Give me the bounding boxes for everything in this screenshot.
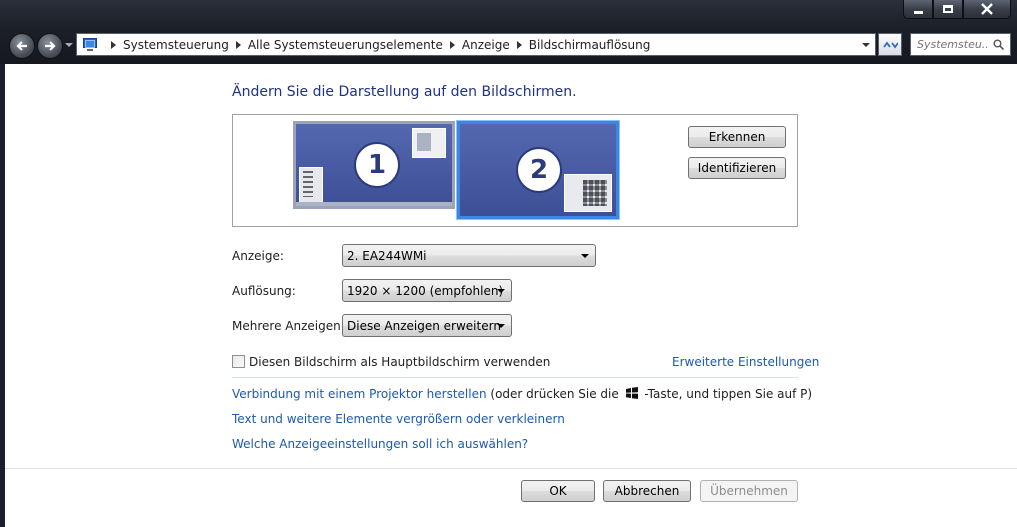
minimize-button[interactable] — [903, 0, 933, 19]
window-thumbnail-icon — [412, 128, 446, 158]
windows-logo-icon — [625, 387, 638, 399]
breadcrumb-chevron-icon[interactable] — [516, 40, 522, 49]
sidebar-thumbnail-icon — [299, 167, 323, 203]
content-pane: Ändern Sie die Darstellung auf den Bilds… — [5, 64, 1017, 527]
address-bar[interactable]: Systemsteuerung Alle Systemsteuerungsele… — [76, 33, 876, 56]
resolution-label: Auflösung: — [232, 284, 296, 298]
forward-button[interactable] — [37, 33, 63, 59]
refresh-icon — [883, 41, 898, 48]
taskbar-thumbnail — [296, 202, 452, 206]
projector-link[interactable]: Verbindung mit einem Projektor herstelle… — [232, 387, 487, 401]
forward-arrow-icon — [45, 41, 56, 51]
window-titlebar: Systemsteuerung Alle Systemsteuerungsele… — [0, 0, 1017, 64]
close-button[interactable] — [963, 0, 1011, 19]
resolution-select[interactable]: 1920 × 1200 (empfohlen) — [342, 279, 512, 302]
monitor-2[interactable]: 2 — [456, 120, 620, 220]
detect-button[interactable]: Erkennen — [688, 126, 786, 148]
back-button[interactable] — [9, 33, 35, 59]
breadcrumb-bildschirmaufloesung[interactable]: Bildschirmauflösung — [529, 38, 651, 52]
apply-button[interactable]: Übernehmen — [700, 480, 798, 502]
monitor-1[interactable]: 1 — [293, 121, 455, 209]
close-icon — [981, 3, 993, 15]
primary-display-label[interactable]: Diesen Bildschirm als Hauptbildschirm ve… — [249, 355, 550, 369]
ok-button[interactable]: OK — [521, 480, 595, 502]
resolution-select-value: 1920 × 1200 (empfohlen) — [347, 283, 504, 298]
dropdown-arrow-icon — [497, 324, 505, 328]
minimize-icon — [913, 10, 923, 14]
divider — [232, 377, 798, 378]
control-panel-icon — [82, 37, 100, 52]
refresh-button[interactable] — [878, 33, 902, 56]
monitor-number-2: 2 — [516, 147, 562, 193]
projector-hint-suffix: -Taste, und tippen Sie auf P) — [644, 387, 813, 401]
which-settings-link[interactable]: Welche Anzeigeeinstellungen soll ich aus… — [232, 437, 528, 451]
monitor-number-1: 1 — [354, 142, 400, 188]
identify-button[interactable]: Identifizieren — [688, 157, 786, 179]
maximize-button[interactable] — [933, 0, 963, 19]
search-input[interactable] — [917, 38, 987, 51]
display-select-value: 2. EA244WMi — [347, 248, 427, 263]
maximize-icon — [943, 5, 953, 13]
footer-divider — [5, 468, 1017, 469]
grid-thumbnail-icon — [564, 174, 612, 212]
page-title: Ändern Sie die Darstellung auf den Bilds… — [232, 84, 577, 100]
caption-buttons — [903, 0, 1011, 19]
breadcrumb-chevron-icon[interactable] — [235, 40, 241, 49]
primary-display-checkbox[interactable] — [232, 355, 245, 368]
search-box[interactable] — [910, 33, 1011, 56]
breadcrumb-chevron-icon[interactable] — [449, 40, 455, 49]
multiple-displays-select-value: Diese Anzeigen erweitern — [347, 318, 501, 333]
back-arrow-icon — [16, 41, 27, 51]
display-label: Anzeige: — [232, 249, 284, 263]
breadcrumb-systemsteuerung[interactable]: Systemsteuerung — [123, 38, 229, 52]
breadcrumb-anzeige[interactable]: Anzeige — [462, 38, 510, 52]
advanced-settings-link[interactable]: Erweiterte Einstellungen — [672, 355, 819, 369]
multiple-displays-select[interactable]: Diese Anzeigen erweitern — [342, 314, 512, 337]
recent-pages-dropdown[interactable] — [65, 43, 73, 47]
projector-row: Verbindung mit einem Projektor herstelle… — [232, 387, 812, 401]
search-icon[interactable] — [993, 39, 1004, 50]
breadcrumb-alle-elemente[interactable]: Alle Systemsteuerungselemente — [248, 38, 443, 52]
display-select[interactable]: 2. EA244WMi — [342, 244, 596, 267]
multiple-displays-label: Mehrere Anzeigen: — [232, 319, 345, 333]
address-dropdown-icon[interactable] — [862, 43, 870, 47]
cancel-button[interactable]: Abbrechen — [603, 480, 691, 502]
breadcrumb-chevron-icon[interactable] — [111, 40, 116, 49]
dropdown-arrow-icon — [497, 289, 505, 293]
text-size-link[interactable]: Text und weitere Elemente vergrößern ode… — [232, 412, 565, 426]
projector-hint-prefix: (oder drücken Sie die — [490, 387, 619, 401]
dropdown-arrow-icon — [581, 254, 589, 258]
